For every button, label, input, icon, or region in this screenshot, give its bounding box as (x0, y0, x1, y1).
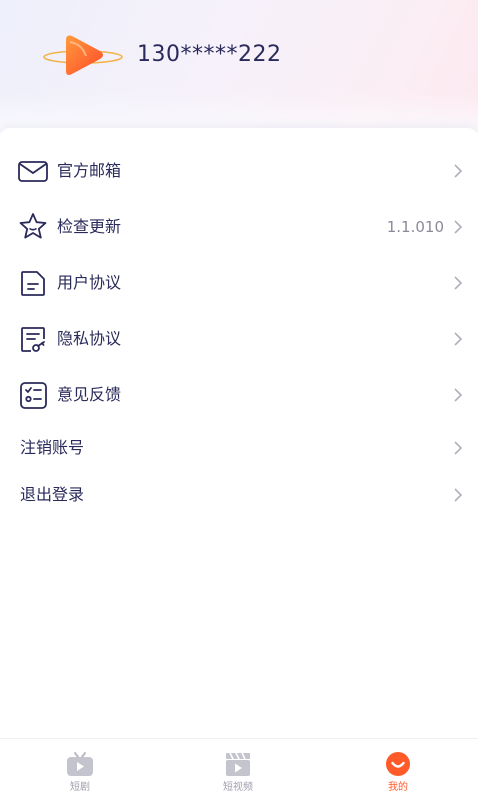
document-icon (21, 271, 45, 296)
menu-item-logout[interactable]: 退出登录 (0, 470, 478, 520)
mail-icon (18, 161, 48, 182)
menu-item-feedback[interactable]: 意见反馈 (0, 370, 478, 420)
user-phone: 130*****222 (137, 42, 282, 67)
tab-short-video[interactable]: 短视频 (198, 739, 278, 798)
chevron-right-icon (454, 488, 463, 502)
chevron-right-icon (454, 164, 463, 178)
menu-label: 注销账号 (20, 438, 85, 457)
menu-label: 退出登录 (20, 485, 85, 504)
version-value: 1.1.010 (386, 218, 444, 236)
menu-label: 意见反馈 (57, 385, 122, 404)
tab-short-drama[interactable]: 短剧 (40, 739, 120, 798)
menu-item-check-update[interactable]: 检查更新 1.1.010 (0, 202, 478, 252)
menu-item-delete-account[interactable]: 注销账号 (0, 423, 478, 473)
bottom-tab-bar: 短剧 短视频 我的 (0, 738, 478, 798)
feedback-icon (20, 382, 47, 409)
tab-label: 我的 (388, 782, 408, 793)
star-icon (19, 213, 47, 239)
app-logo-avatar[interactable] (42, 30, 124, 82)
menu-label: 隐私协议 (57, 329, 122, 348)
menu-label: 检查更新 (57, 217, 122, 236)
tv-icon (67, 752, 93, 776)
menu-item-user-agreement[interactable]: 用户协议 (0, 258, 478, 308)
privacy-doc-icon (21, 327, 45, 352)
chevron-right-icon (454, 220, 463, 234)
menu-item-privacy-agreement[interactable]: 隐私协议 (0, 314, 478, 364)
chevron-right-icon (454, 332, 463, 346)
chevron-right-icon (454, 388, 463, 402)
video-icon (226, 752, 250, 776)
menu-item-official-email[interactable]: 官方邮箱 (0, 146, 478, 196)
menu-label: 用户协议 (57, 273, 122, 292)
tab-label: 短剧 (70, 782, 90, 793)
menu-label: 官方邮箱 (57, 161, 122, 180)
tab-mine[interactable]: 我的 (358, 739, 438, 798)
smile-icon (386, 752, 410, 776)
chevron-right-icon (454, 276, 463, 290)
chevron-right-icon (454, 441, 463, 455)
tab-label: 短视频 (223, 782, 253, 793)
